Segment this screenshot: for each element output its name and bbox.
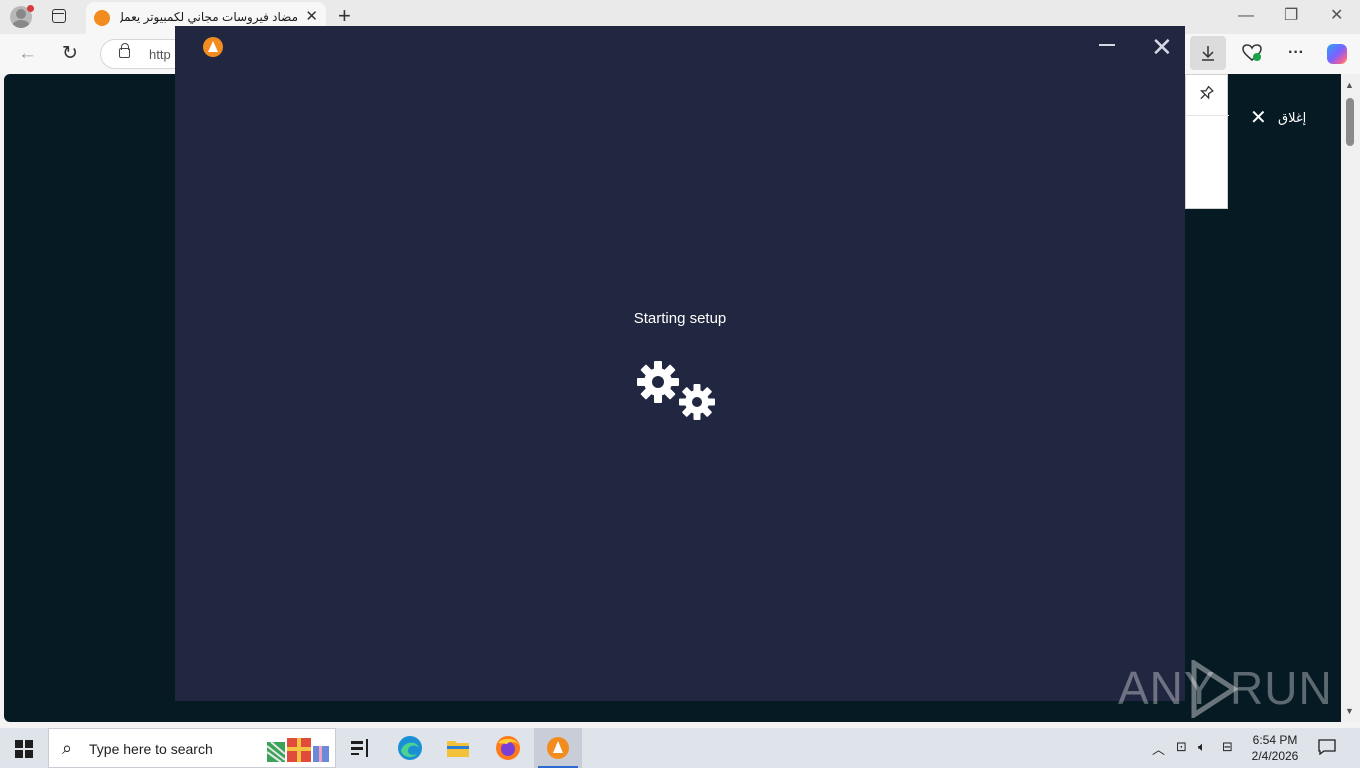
taskbar-clock[interactable]: 6:54 PM 2/4/2026 — [1240, 732, 1310, 764]
installer-minimize-button[interactable] — [1099, 44, 1115, 46]
avast-setup-taskbar-icon[interactable] — [534, 728, 582, 768]
window-minimize-button[interactable]: — — [1238, 4, 1254, 28]
tab-actions-icon[interactable] — [52, 9, 66, 23]
panel-divider — [1186, 115, 1229, 116]
installer-close-button[interactable]: ✕ — [1151, 32, 1173, 62]
url-text[interactable]: http — [149, 47, 171, 62]
search-highlight-gift-icon — [266, 738, 329, 763]
windows-taskbar: ⌕ Type here to search ︿ ⊡ 🔈︎ ⊟ 6:54 PM 2… — [0, 728, 1360, 768]
tab-close-button[interactable]: ✕ — [305, 8, 318, 26]
show-hidden-icons-icon[interactable]: ︿ — [1152, 739, 1165, 758]
window-restore-button[interactable]: ❐ — [1284, 4, 1298, 28]
meet-now-icon[interactable]: ⊡ — [1176, 739, 1187, 755]
clock-time: 6:54 PM — [1252, 733, 1298, 747]
refresh-icon[interactable]: ↻ — [62, 42, 78, 66]
window-close-button[interactable]: ✕ — [1330, 4, 1343, 28]
lock-icon[interactable] — [119, 43, 130, 58]
task-view-icon[interactable] — [336, 728, 384, 768]
search-icon: ⌕ — [62, 738, 73, 758]
page-scrollbar[interactable]: ▲ ▼ — [1341, 74, 1360, 722]
browser-essentials-icon[interactable] — [1234, 36, 1270, 70]
new-tab-button[interactable]: + — [338, 4, 351, 28]
installer-window: ✕ Starting setup — [175, 26, 1185, 701]
avast-logo-icon — [203, 37, 223, 57]
edge-browser-icon[interactable] — [386, 728, 434, 768]
volume-icon[interactable]: 🔈︎ — [1198, 739, 1206, 755]
back-arrow-icon[interactable]: ← — [18, 42, 37, 66]
scroll-down-icon[interactable]: ▼ — [1345, 706, 1354, 716]
downloads-panel — [1185, 74, 1229, 209]
close-icon[interactable]: ✕ — [1250, 108, 1267, 128]
avast-favicon-icon — [94, 10, 110, 26]
pin-icon[interactable] — [1191, 82, 1217, 108]
file-explorer-icon[interactable] — [434, 728, 482, 768]
scroll-up-icon[interactable]: ▲ — [1345, 80, 1354, 90]
windows-start-icon[interactable] — [15, 740, 33, 758]
more-options-icon[interactable]: ··· — [1278, 36, 1314, 70]
downloads-icon[interactable] — [1190, 36, 1226, 70]
clock-date: 2/4/2026 — [1251, 749, 1299, 763]
copilot-icon[interactable] — [1327, 44, 1347, 64]
tab-title: مضاد فيروسات مجاني لكمبيوتر يعمل — [120, 10, 298, 24]
network-icon[interactable]: ⊟ — [1222, 739, 1233, 755]
close-link[interactable]: إغلاق — [1278, 110, 1306, 126]
search-placeholder[interactable]: Type here to search — [89, 741, 213, 757]
setup-status-text: Starting setup — [633, 310, 727, 327]
notification-dot-icon — [27, 5, 34, 12]
gears-icon — [637, 361, 715, 420]
notifications-icon[interactable] — [1318, 739, 1336, 758]
anyrun-watermark: ANY RUN — [1118, 656, 1332, 720]
firefox-icon[interactable] — [484, 728, 532, 768]
taskbar-search-box[interactable]: ⌕ Type here to search — [48, 728, 336, 768]
watermark-right-text: RUN — [1230, 662, 1333, 714]
scrollbar-thumb[interactable] — [1346, 98, 1354, 146]
